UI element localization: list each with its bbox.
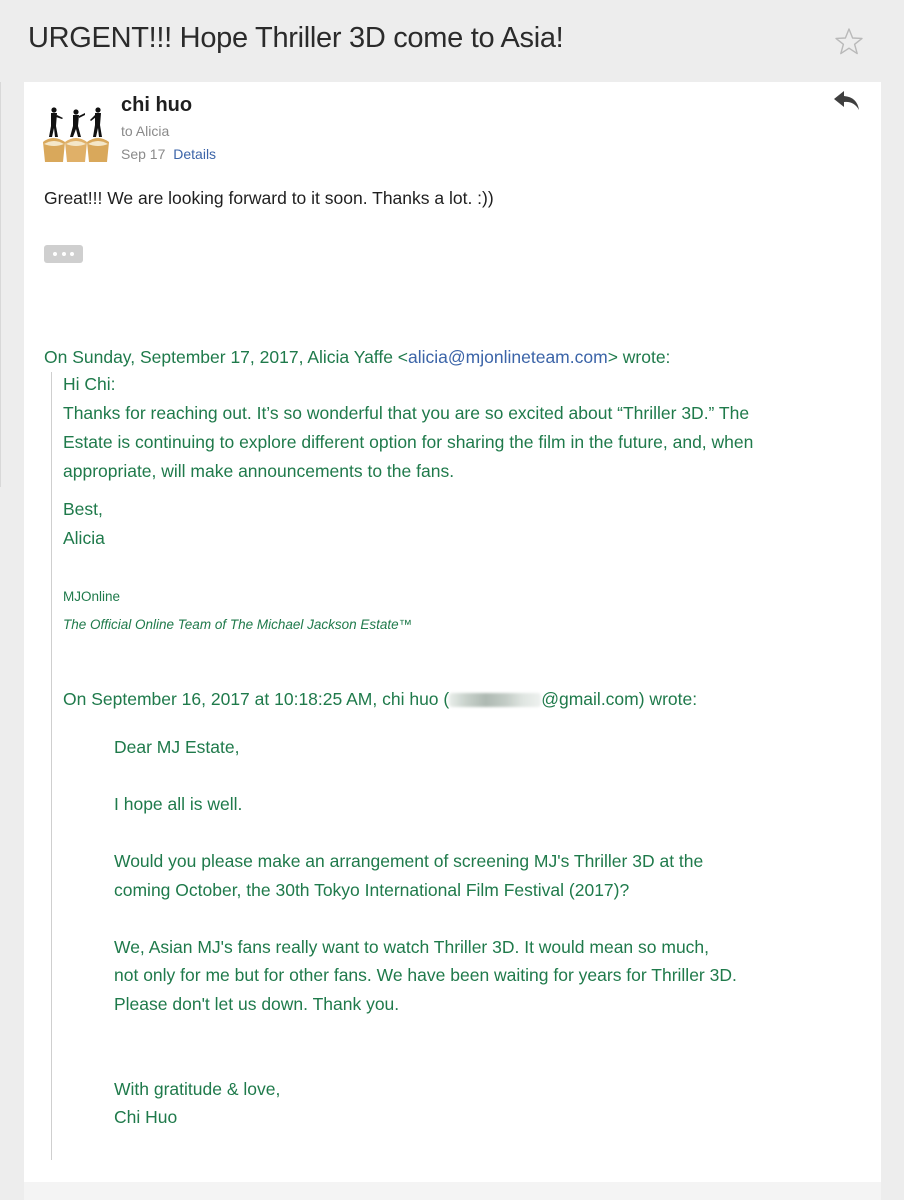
quoted-line: Thanks for reaching out. It’s so wonderf… (63, 403, 750, 423)
recipient-line: to Alicia (121, 123, 170, 139)
sender-avatar (43, 104, 109, 164)
quoted-greeting: Hi Chi: (63, 374, 116, 394)
message-body: Great!!! We are looking forward to it so… (44, 188, 494, 208)
nested-salutation: Dear MJ Estate, (114, 737, 240, 757)
quoted-org: MJOnline (63, 589, 121, 604)
ellipsis-icon (53, 252, 57, 256)
nested-line: Please don't let us down. Thank you. (114, 994, 400, 1014)
card-bottom-edge (24, 1182, 881, 1200)
quoted-signoff: Best, (63, 499, 103, 519)
message-date: Sep 17 (121, 146, 166, 162)
quote-header-email[interactable]: alicia@mjonlineteam.com (408, 347, 608, 367)
nested-line: We, Asian MJ's fans really want to watch… (114, 937, 710, 957)
sender-name: chi huo (121, 94, 193, 116)
quote-rule (51, 372, 52, 1160)
nested-closing: With gratitude & love, (114, 1079, 281, 1099)
quoted-line: appropriate, will make announcements to … (63, 461, 455, 481)
email-subject: URGENT!!! Hope Thriller 3D come to Asia! (28, 22, 564, 54)
redacted-email (449, 693, 542, 707)
nested-paragraph: I hope all is well. (114, 794, 243, 814)
nested-line: Would you please make an arrangement of … (114, 851, 704, 871)
message-card: chi huo to Alicia Sep 17 Details Great!!… (24, 82, 881, 1182)
nested-line: not only for me but for other fans. We h… (114, 965, 737, 985)
quote-header-prefix: On Sunday, September 17, 2017, Alicia Ya… (44, 347, 409, 367)
quoted-org-tagline: The Official Online Team of The Michael … (63, 617, 413, 632)
show-quoted-text-button[interactable] (44, 245, 83, 263)
nested-header-suffix: @gmail.com) wrote: (541, 689, 698, 709)
reply-icon[interactable] (832, 88, 862, 114)
date-line: Sep 17 Details (121, 146, 216, 162)
quoted-signer: Alicia (63, 528, 105, 548)
quoted-line: Estate is continuing to explore differen… (63, 432, 754, 452)
quote-header-suffix: > wrote: (607, 347, 671, 367)
nested-header-prefix: On September 16, 2017 at 10:18:25 AM, ch… (63, 689, 450, 709)
nested-name: Chi Huo (114, 1107, 178, 1127)
nested-quote-header: On September 16, 2017 at 10:18:25 AM, ch… (63, 689, 697, 710)
star-icon[interactable] (833, 26, 865, 58)
details-link[interactable]: Details (173, 146, 216, 162)
pane-divider (0, 82, 1, 487)
quote-header: On Sunday, September 17, 2017, Alicia Ya… (44, 347, 670, 368)
subject-bar: URGENT!!! Hope Thriller 3D come to Asia! (0, 0, 904, 80)
nested-line: coming October, the 30th Tokyo Internati… (114, 880, 630, 900)
